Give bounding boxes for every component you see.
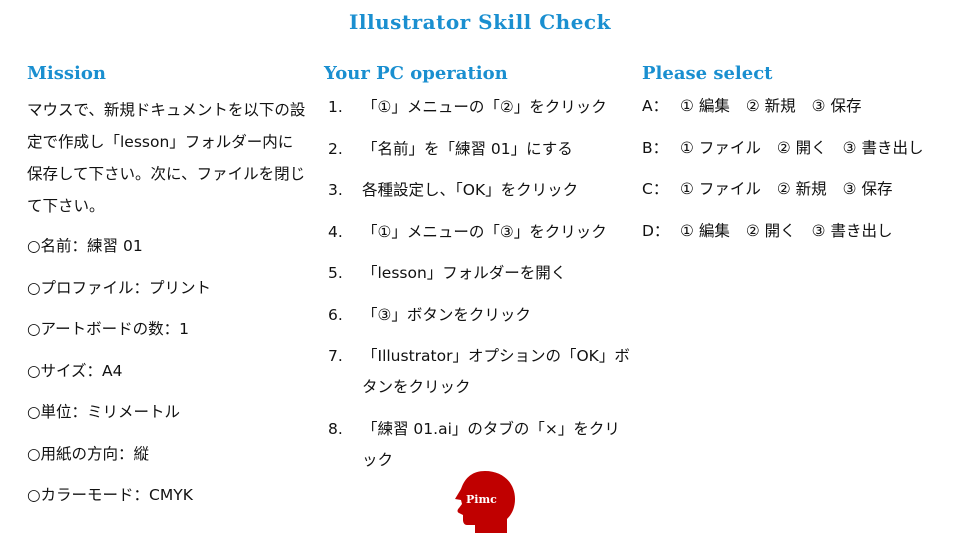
step-text: 「①」メニューの「③」をクリック — [362, 222, 607, 241]
setting-item: ○プロファイル：プリント — [27, 278, 212, 297]
option-d[interactable]: D： ① 編集 ② 開く ③ 書き出し — [642, 216, 942, 247]
logo-text: Pimc — [466, 493, 497, 506]
step-text: 「①」メニューの「②」をクリック — [362, 98, 607, 116]
option-letter: A： — [642, 97, 669, 115]
step-item: 5. 「lesson」フォルダーを開く — [324, 258, 634, 289]
option-letter: C： — [642, 180, 669, 198]
setting-item: ○用紙の方向：縦 — [27, 444, 150, 463]
option-a[interactable]: A： ① 編集 ② 新規 ③ 保存 — [642, 91, 942, 122]
option-b[interactable]: B： ① ファイル ② 開く ③ 書き出し — [642, 133, 942, 164]
step-text: 「③」ボタンをクリック — [362, 305, 531, 324]
select-column: Please select A： ① 編集 ② 新規 ③ 保存 B： ① ファイル ②… — [642, 60, 942, 257]
step-text: 各種設定し、「OK」をクリック — [362, 181, 579, 199]
step-item: 2. 「名前」を「練習 01」にする — [324, 134, 634, 165]
step-number: 4. — [328, 222, 343, 241]
settings-list: ○名前：練習 01 ○プロファイル：プリント ○アートボードの数：1 ○サイズ：… — [27, 226, 307, 517]
step-number: 1. — [328, 98, 343, 116]
mission-paragraph: マウスで、新規ドキュメントを以下の設定で作成し「lesson」フォルダー内に保存… — [27, 101, 306, 215]
mission-column: Mission マウスで、新規ドキュメントを以下の設定で作成し「lesson」フ… — [27, 60, 307, 517]
choice: ③ 保存 — [842, 180, 893, 198]
logo: Pimc — [451, 467, 521, 537]
step-number: 2. — [328, 139, 343, 158]
options-list: A： ① 編集 ② 新規 ③ 保存 B： ① ファイル ② 開く ③ 書き出し C： ①… — [642, 91, 942, 247]
step-text: 「名前」を「練習 01」にする — [362, 139, 573, 158]
choice: ① 編集 — [680, 221, 730, 240]
setting-item: ○カラーモード：CMYK — [27, 486, 193, 504]
setting-item: ○アートボードの数：1 — [27, 320, 189, 338]
setting-item: ○名前：練習 01 — [27, 237, 143, 255]
step-item: 3. 各種設定し、「OK」をクリック — [324, 175, 634, 206]
steps-list: 1. 「①」メニューの「②」をクリック 2. 「名前」を「練習 01」にする 3. 各… — [324, 92, 634, 476]
select-heading: Please select — [642, 63, 773, 84]
step-text: 「Illustrator」オプションの「OK」ボタンをクリック — [362, 347, 630, 396]
option-letter: D： — [642, 221, 670, 240]
option-letter: B： — [642, 138, 669, 157]
step-number: 3. — [328, 181, 343, 199]
operation-column: Your PC operation 1. 「①」メニューの「②」をクリック 2. 「… — [324, 60, 634, 486]
step-item: 4. 「①」メニューの「③」をクリック — [324, 217, 634, 248]
choice: ② 開く — [745, 221, 796, 240]
choice: ① 編集 — [680, 97, 730, 115]
choice: ② 新規 — [745, 97, 796, 115]
choice: ② 新規 — [776, 180, 827, 198]
setting-item: ○単位：ミリメートル — [27, 403, 181, 421]
mission-heading: Mission — [27, 63, 106, 84]
operation-heading: Your PC operation — [324, 63, 508, 84]
choice: ① ファイル — [680, 138, 761, 157]
setting-item: ○サイズ：A4 — [27, 361, 123, 380]
step-number: 5. — [328, 264, 343, 282]
step-number: 8. — [328, 419, 343, 438]
step-number: 7. — [328, 347, 343, 365]
choice: ③ 保存 — [811, 97, 862, 115]
step-number: 6. — [328, 305, 343, 324]
page-title: Illustrator Skill Check — [349, 10, 611, 34]
step-item: 7. 「Illustrator」オプションの「OK」ボタンをクリック — [324, 341, 634, 403]
step-item: 1. 「①」メニューの「②」をクリック — [324, 92, 634, 123]
choice: ③ 書き出し — [842, 138, 924, 157]
step-text: 「lesson」フォルダーを開く — [362, 264, 567, 282]
option-c[interactable]: C： ① ファイル ② 新規 ③ 保存 — [642, 174, 942, 205]
choice: ② 開く — [776, 138, 827, 157]
step-item: 6. 「③」ボタンをクリック — [324, 300, 634, 331]
choice: ③ 書き出し — [811, 221, 893, 240]
choice: ① ファイル — [680, 180, 761, 198]
